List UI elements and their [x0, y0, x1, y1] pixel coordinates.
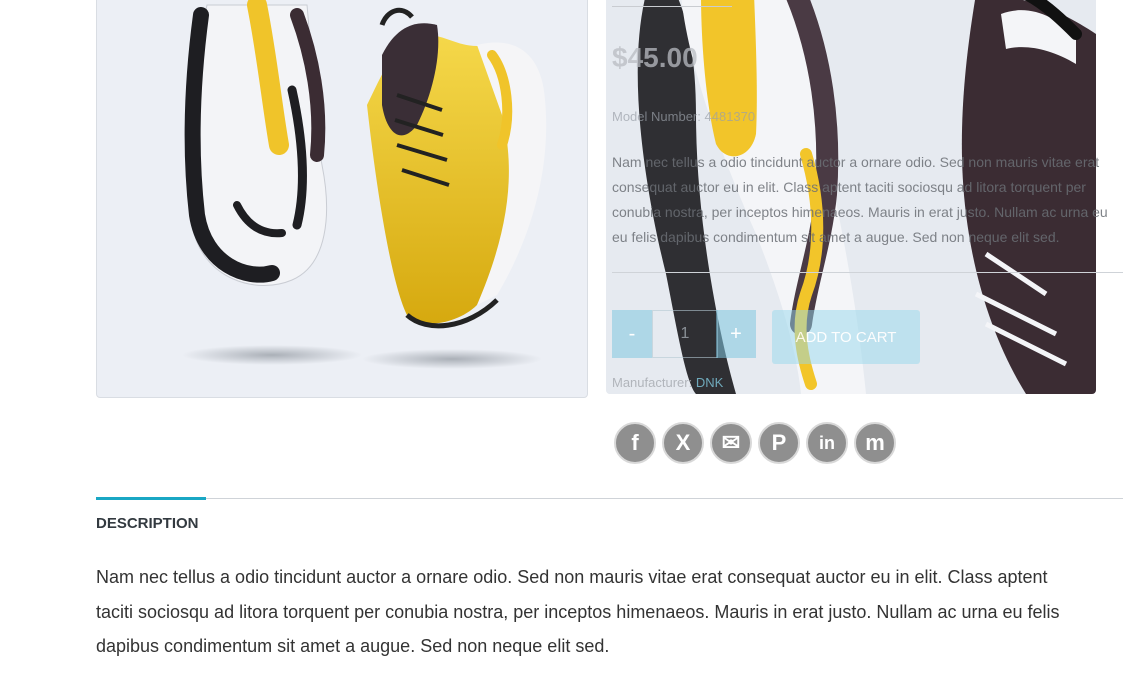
pinterest-icon[interactable]: P [758, 422, 800, 464]
short-description-line: consequat auctor eu in elit. Class apten… [612, 179, 1086, 195]
short-description-line: Nam nec tellus a odio tincidunt auctor a… [612, 154, 1100, 170]
short-description: Nam nec tellus a odio tincidunt auctor a… [612, 150, 1123, 250]
description-line: dapibus condimentum sit amet a augue. Se… [96, 636, 610, 656]
short-description-line: eu felis dapibus condimentum sit amet a … [612, 229, 1060, 245]
quantity-increase-button[interactable]: + [716, 310, 756, 358]
social-share-bar: f X ✉ P in m [614, 422, 896, 464]
myspace-icon[interactable]: m [854, 422, 896, 464]
tabs-divider [96, 498, 1123, 499]
add-to-cart-button[interactable]: ADD TO CART [772, 310, 920, 364]
quantity-input[interactable] [652, 310, 718, 358]
description-line: Nam nec tellus a odio tincidunt auctor a… [96, 567, 1048, 587]
manufacturer-link[interactable]: DNK [696, 375, 723, 390]
product-price: $45.00 [612, 42, 698, 73]
model-number: Model Number: 4481370 [612, 109, 755, 124]
manufacturer-label: Manufacturer: [612, 375, 693, 390]
x-twitter-icon[interactable]: X [662, 422, 704, 464]
email-icon[interactable]: ✉ [710, 422, 752, 464]
manufacturer: Manufacturer: DNK [612, 375, 723, 390]
divider [612, 6, 732, 7]
tab-description[interactable]: DESCRIPTION [96, 515, 199, 532]
divider [612, 272, 1123, 273]
linkedin-icon[interactable]: in [806, 422, 848, 464]
product-description: Nam nec tellus a odio tincidunt auctor a… [96, 560, 1123, 664]
description-line: taciti sociosqu ad litora torquent per c… [96, 601, 1060, 622]
facebook-icon[interactable]: f [614, 422, 656, 464]
product-main-image[interactable] [96, 0, 588, 398]
quantity-stepper[interactable]: - + [612, 310, 760, 358]
model-number-label: Model Number: [612, 109, 701, 124]
quantity-decrease-button[interactable]: - [612, 310, 652, 358]
tab-active-indicator [96, 497, 206, 500]
short-description-line: conubia nostra, per inceptos himenaeos. … [612, 204, 1108, 220]
product-info: $45.00 Model Number: 4481370 Nam nec tel… [612, 0, 1123, 400]
model-number-value: 4481370 [704, 109, 756, 124]
